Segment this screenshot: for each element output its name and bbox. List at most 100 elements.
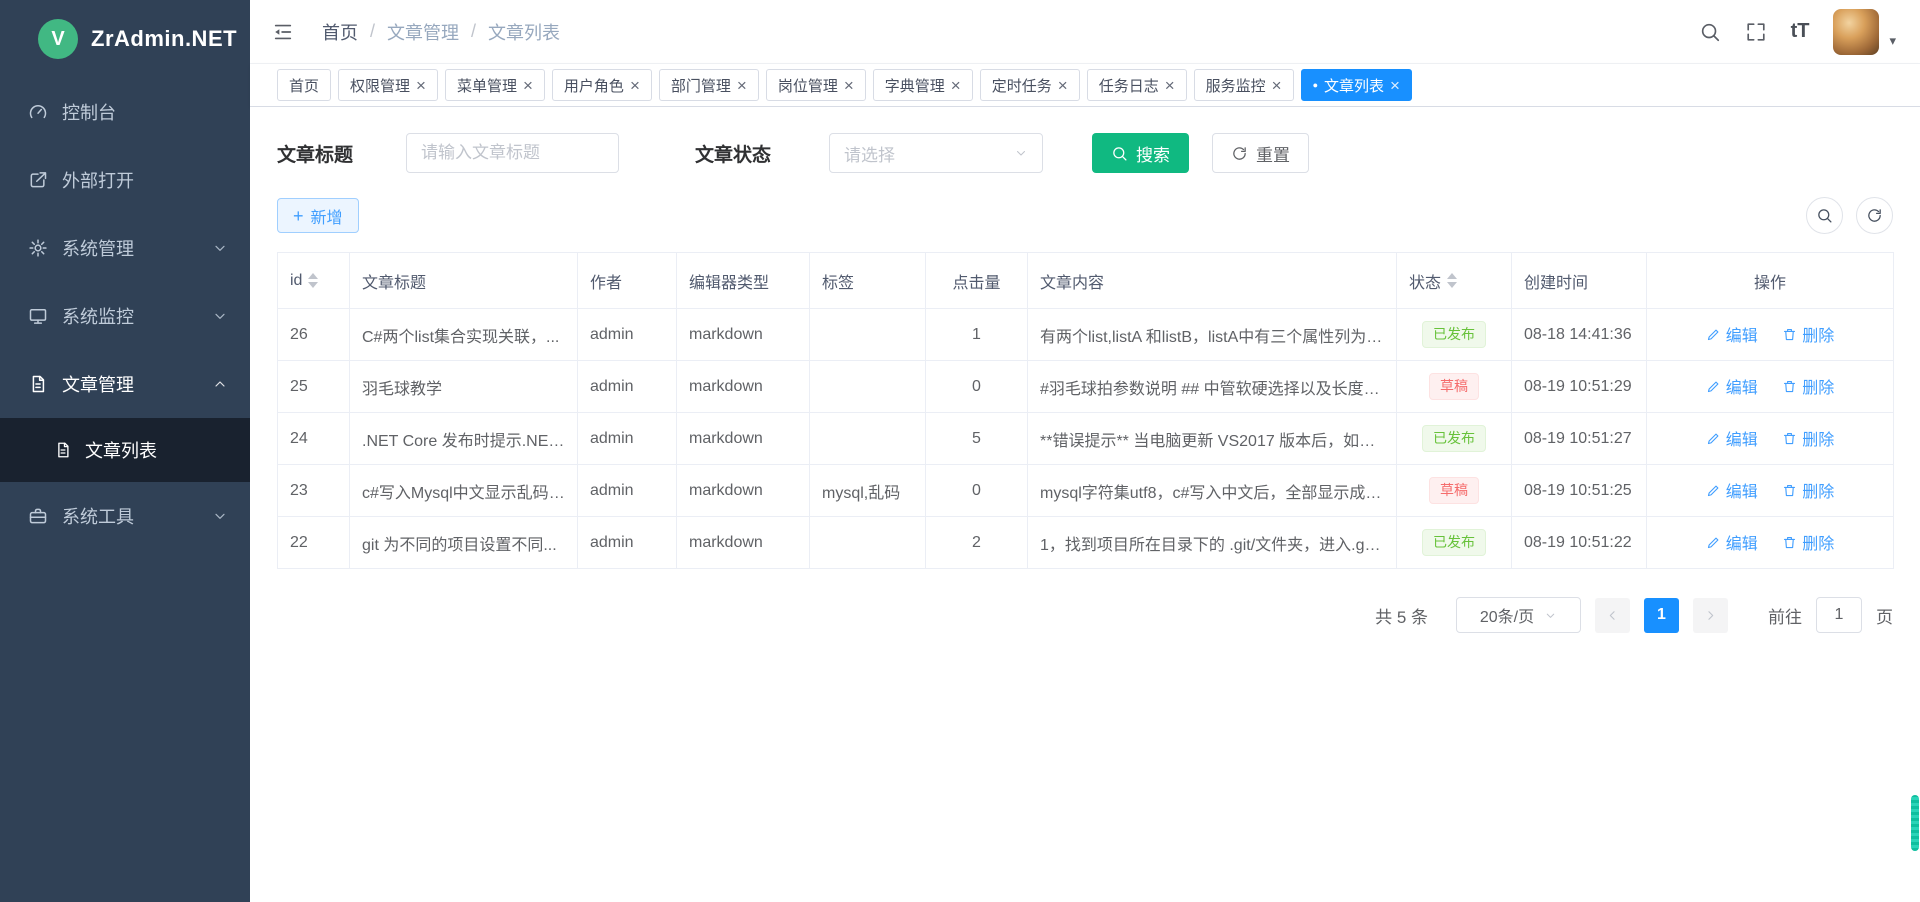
goto-page-input[interactable]: [1816, 597, 1862, 633]
edit-button[interactable]: 编辑: [1706, 374, 1758, 398]
delete-button[interactable]: 删除: [1782, 374, 1834, 398]
tab-close-icon[interactable]: ×: [630, 77, 640, 94]
tab-close-icon[interactable]: ×: [1272, 77, 1282, 94]
avatar[interactable]: [1833, 9, 1879, 55]
cell-created: 08-18 14:41:36: [1512, 309, 1647, 361]
tab-task-log[interactable]: 任务日志×: [1087, 69, 1187, 101]
sort-icon[interactable]: [1447, 273, 1457, 288]
tab-post[interactable]: 岗位管理×: [766, 69, 866, 101]
article-status-label: 文章状态: [695, 140, 771, 167]
cell-ops: 编辑 删除: [1647, 361, 1894, 413]
tab-menu-management[interactable]: 菜单管理×: [445, 69, 545, 101]
tab-close-icon[interactable]: ×: [1058, 77, 1068, 94]
tab-scheduled-task[interactable]: 定时任务×: [980, 69, 1080, 101]
tab-article-list[interactable]: ●文章列表×: [1301, 69, 1412, 101]
next-page-button[interactable]: [1693, 598, 1728, 633]
page-number-button[interactable]: 1: [1644, 598, 1679, 633]
cell-created: 08-19 10:51:25: [1512, 465, 1647, 517]
tab-close-icon[interactable]: ×: [416, 77, 426, 94]
reset-button[interactable]: 重置: [1212, 133, 1309, 173]
tab-home[interactable]: 首页: [277, 69, 331, 101]
tab-user-role[interactable]: 用户角色×: [552, 69, 652, 101]
article-status-select[interactable]: 请选择: [829, 133, 1043, 173]
edit-button[interactable]: 编辑: [1706, 426, 1758, 450]
breadcrumb-item-article-list: 文章列表: [488, 19, 560, 45]
page-size-select[interactable]: 20条/页: [1456, 597, 1581, 633]
delete-button[interactable]: 删除: [1782, 478, 1834, 502]
column-header-author: 作者: [578, 253, 677, 309]
dashboard-icon: [28, 102, 48, 122]
app-root: V ZrAdmin.NET 控制台 外部打开 系统管理 系统监控: [0, 0, 1920, 902]
tab-service-monitor[interactable]: 服务监控×: [1194, 69, 1294, 101]
edit-button[interactable]: 编辑: [1706, 322, 1758, 346]
tab-permission[interactable]: 权限管理×: [338, 69, 438, 101]
search-button[interactable]: 搜索: [1092, 133, 1189, 173]
fullscreen-button[interactable]: [1745, 21, 1767, 43]
sidebar-item-label: 系统工具: [62, 503, 134, 529]
article-title-input[interactable]: [406, 133, 619, 173]
table-row: 26 C#两个list集合实现关联，... admin markdown 1 有…: [278, 309, 1894, 361]
sidebar-item-external-open[interactable]: 外部打开: [0, 146, 250, 214]
cell-content: 有两个list,listA 和listB，listA中有三个属性列为St...: [1028, 309, 1397, 361]
sidebar-item-article-management[interactable]: 文章管理: [0, 350, 250, 418]
filter-bar: 文章标题 文章状态 请选择 搜索 重置: [277, 133, 1893, 173]
column-header-id[interactable]: id: [278, 253, 350, 309]
tab-close-icon[interactable]: ×: [1165, 77, 1175, 94]
cell-title: c#写入Mysql中文显示乱码 ...: [350, 465, 578, 517]
cell-author: admin: [578, 413, 677, 465]
sidebar-menu: 控制台 外部打开 系统管理 系统监控 文章管理: [0, 78, 250, 902]
sidebar-item-article-list[interactable]: 文章列表: [0, 418, 250, 482]
trash-icon: [1782, 431, 1797, 446]
sidebar-item-system-management[interactable]: 系统管理: [0, 214, 250, 282]
delete-button[interactable]: 删除: [1782, 530, 1834, 554]
add-button[interactable]: + 新增: [277, 198, 359, 233]
top-bar: 首页 / 文章管理 / 文章列表 tT ▾: [250, 0, 1920, 64]
logo[interactable]: V ZrAdmin.NET: [0, 0, 250, 78]
cell-ops: 编辑 删除: [1647, 413, 1894, 465]
delete-button[interactable]: 删除: [1782, 426, 1834, 450]
search-icon: [1111, 145, 1128, 162]
edit-button[interactable]: 编辑: [1706, 478, 1758, 502]
tab-bar: 首页 权限管理× 菜单管理× 用户角色× 部门管理× 岗位管理× 字典管理× 定…: [250, 64, 1920, 107]
prev-page-button[interactable]: [1595, 598, 1630, 633]
cell-tags: [810, 517, 926, 569]
scrollbar-thumb[interactable]: [1911, 795, 1919, 851]
column-header-created: 创建时间: [1512, 253, 1647, 309]
sort-icon[interactable]: [308, 273, 318, 288]
search-icon: [1699, 21, 1721, 43]
delete-button[interactable]: 删除: [1782, 322, 1834, 346]
cell-editor: markdown: [677, 361, 810, 413]
font-size-icon[interactable]: tT: [1791, 20, 1810, 43]
header-search-button[interactable]: [1699, 21, 1721, 43]
cell-status: 草稿: [1397, 361, 1512, 413]
sidebar-item-dashboard[interactable]: 控制台: [0, 78, 250, 146]
tab-close-icon[interactable]: ×: [1390, 77, 1400, 94]
tab-close-icon[interactable]: ×: [737, 77, 747, 94]
status-badge: 已发布: [1422, 321, 1486, 348]
tab-department[interactable]: 部门管理×: [659, 69, 759, 101]
breadcrumb-item-home[interactable]: 首页: [322, 19, 358, 45]
sidebar-toggle[interactable]: [272, 21, 294, 43]
breadcrumb-item-article-management[interactable]: 文章管理: [387, 19, 459, 45]
pencil-icon: [1706, 327, 1721, 342]
column-header-clicks: 点击量: [926, 253, 1028, 309]
sidebar-item-label: 系统管理: [62, 235, 134, 261]
cell-title: 羽毛球教学: [350, 361, 578, 413]
tab-close-icon[interactable]: ×: [844, 77, 854, 94]
cell-editor: markdown: [677, 413, 810, 465]
search-toggle-button[interactable]: [1806, 197, 1843, 234]
article-icon: [28, 374, 48, 394]
avatar-caret-icon[interactable]: ▾: [1889, 33, 1896, 49]
column-header-status[interactable]: 状态: [1397, 253, 1512, 309]
cell-title: C#两个list集合实现关联，...: [350, 309, 578, 361]
sidebar-item-system-tools[interactable]: 系统工具: [0, 482, 250, 550]
sidebar-item-system-monitor[interactable]: 系统监控: [0, 282, 250, 350]
tab-dict[interactable]: 字典管理×: [873, 69, 973, 101]
edit-button[interactable]: 编辑: [1706, 530, 1758, 554]
refresh-table-button[interactable]: [1856, 197, 1893, 234]
cell-id: 24: [278, 413, 350, 465]
tab-close-icon[interactable]: ×: [951, 77, 961, 94]
plus-icon: +: [293, 207, 304, 225]
cell-author: admin: [578, 361, 677, 413]
tab-close-icon[interactable]: ×: [523, 77, 533, 94]
